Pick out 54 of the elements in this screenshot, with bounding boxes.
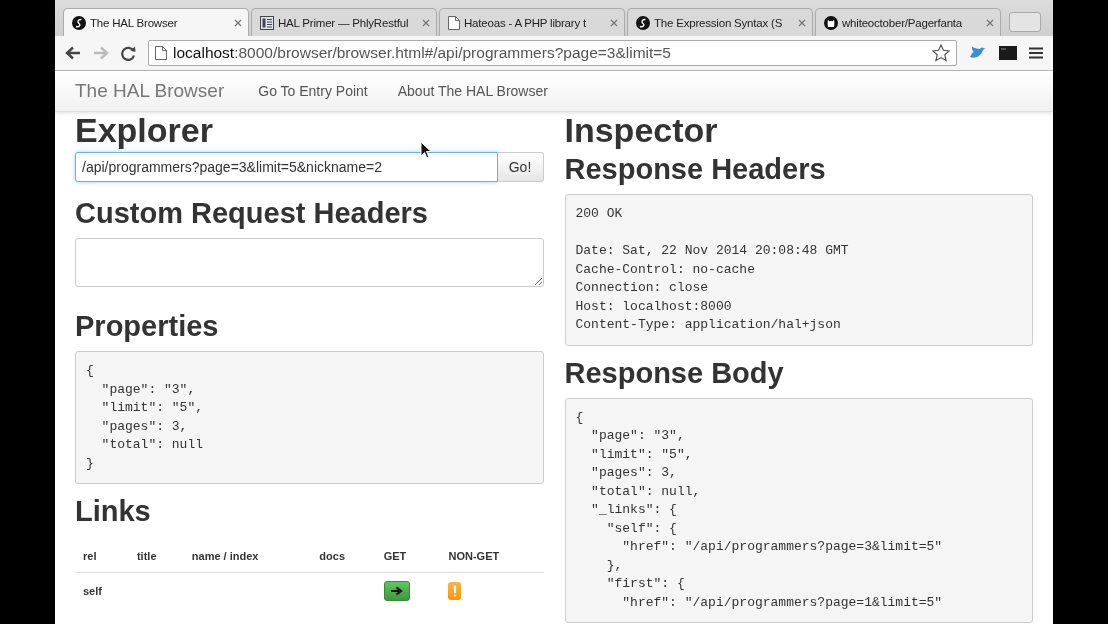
section-heading: Response Body [564, 355, 785, 390]
address-text: localhost:8000/browser/browser.html#/api/programmers?page=3&limit=5 [173, 44, 672, 62]
non-get-button[interactable] [448, 582, 462, 600]
close-icon [234, 18, 242, 27]
browser-tab[interactable]: whiteoctober/Pagerfanta [815, 8, 1001, 36]
circle-logo-icon [636, 15, 650, 30]
section-heading: Links [75, 494, 152, 528]
close-icon [610, 18, 618, 27]
section-heading: Custom Request Headers [75, 196, 429, 230]
brand-link[interactable]: The HAL Browser [75, 80, 225, 102]
column-header: NON-GET [440, 536, 544, 573]
column-header: title [128, 536, 184, 573]
section-heading: Properties [75, 309, 220, 343]
browser-tab[interactable]: Hateoas - A PHP library t [439, 8, 625, 36]
section-heading: Inspector [564, 112, 719, 148]
get-button[interactable] [383, 581, 410, 601]
nav-link[interactable]: About The HAL Browser [397, 83, 548, 99]
new-tab-button[interactable] [1009, 12, 1041, 32]
cursor-icon [420, 141, 432, 159]
response-headers-text: 200 OK Date: Sat, 22 Nov 2014 20:08:48 GMT Cache-Control: no-cache Connection: close Host: localhost:8000 Content-Type: application/hal+json [564, 194, 1033, 346]
back-icon [65, 46, 81, 60]
response-body-json: { "page": "3", "limit": "5", "pages": 3, "total": null, "_links": { "self": { "href": "/api/programmers?page=3&limit=5" }, "first": { "href": "/api/programmers?page=1&limit=5" [564, 397, 1033, 623]
reload-icon [121, 45, 136, 61]
grid-document-icon [260, 15, 274, 30]
close-icon [986, 18, 994, 27]
url-field[interactable]: /api/programmers?page=3&limit=5&nickname=2 [75, 152, 498, 182]
exclamation-icon [453, 585, 457, 597]
circle-logo-icon [72, 15, 86, 30]
menu-icon [1029, 47, 1043, 59]
address-bar[interactable]: localhost:8000/browser/browser.html#/api/programmers?page=3&limit=5 [148, 40, 957, 66]
close-icon [798, 18, 806, 27]
section-heading: Explorer [75, 112, 214, 148]
table-cell: self [75, 572, 129, 609]
browser-tab[interactable]: HAL Primer — PhlyRestful [251, 8, 437, 36]
column-header: docs [311, 536, 376, 573]
close-icon [422, 18, 430, 27]
column-header: rel [75, 536, 129, 573]
nav-link[interactable]: Go To Entry Point [258, 83, 368, 99]
page-icon [448, 15, 460, 30]
screen-icon [999, 46, 1017, 60]
browser-tab[interactable]: The Expression Syntax (S [627, 8, 813, 36]
headers-textarea[interactable] [75, 238, 544, 287]
column-header: GET [375, 536, 441, 573]
star-icon [932, 44, 950, 62]
properties-json: { "page": "3", "limit": "5", "pages": 3, "total": null } [75, 351, 544, 484]
section-heading: Response Headers [564, 152, 827, 186]
arrow-right-icon [390, 586, 403, 596]
column-header: name / index [183, 536, 312, 573]
page-icon [155, 46, 167, 60]
go-button[interactable]: Go! [497, 152, 544, 182]
forward-icon [93, 46, 109, 60]
bird-icon [969, 46, 987, 60]
cat-silhouette-icon [824, 15, 838, 30]
browser-tab[interactable]: The HAL Browser [63, 8, 249, 36]
